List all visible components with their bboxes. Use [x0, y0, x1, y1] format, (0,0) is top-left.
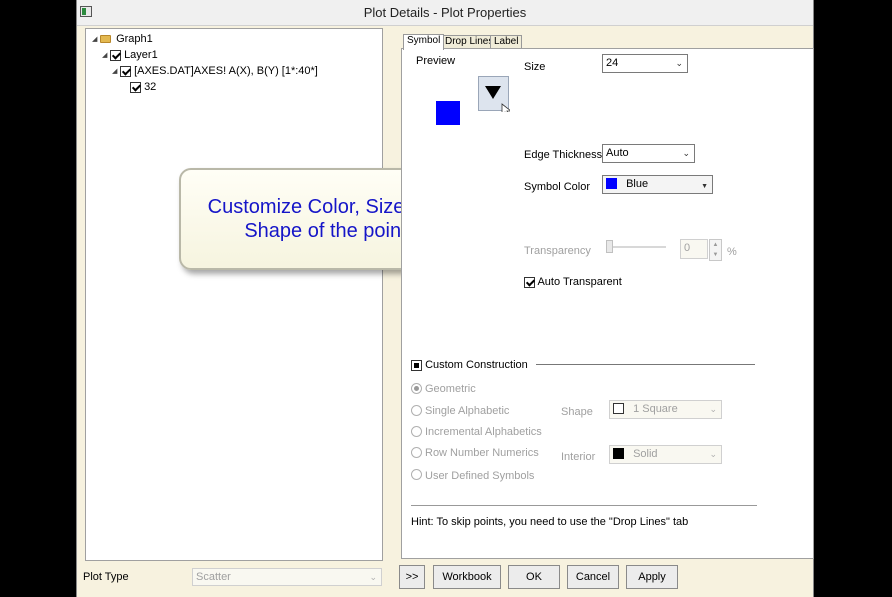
- plot-details-dialog: Plot Details - Plot Properties ◢ Graph1 …: [76, 0, 814, 597]
- symbol-preview: [436, 101, 460, 125]
- point-checkbox[interactable]: [130, 81, 141, 93]
- hint-divider: [411, 505, 757, 506]
- size-combo[interactable]: 24 ⌄: [602, 54, 688, 73]
- auto-transparent-option[interactable]: Auto Transparent: [524, 276, 622, 288]
- option-row-number-label: Row Number Numerics: [425, 447, 539, 459]
- plot-type-combo[interactable]: Scatter ⌄: [192, 568, 382, 586]
- chevron-down-icon: ⌄: [675, 58, 683, 68]
- size-value: 24: [606, 57, 619, 69]
- transparency-value: 0: [684, 242, 691, 254]
- tree-node-point[interactable]: 32: [130, 81, 156, 95]
- chevron-down-icon: ⌄: [369, 572, 377, 582]
- collapse-arrow-icon[interactable]: ◢: [102, 51, 107, 59]
- dataset-checkbox[interactable]: [120, 65, 131, 77]
- tab-label[interactable]: Label: [490, 35, 523, 49]
- transparency-unit: %: [727, 246, 737, 258]
- interior-value: Solid: [633, 448, 658, 460]
- symbol-color-value: Blue: [626, 178, 649, 190]
- custom-construction-option[interactable]: Custom Construction: [411, 359, 528, 371]
- tree-node-layer[interactable]: ◢ Layer1: [102, 49, 158, 63]
- tab-symbol[interactable]: Symbol: [403, 34, 445, 50]
- transparency-slider-track[interactable]: [606, 246, 666, 248]
- interior-combo[interactable]: Solid ⌄: [609, 445, 722, 464]
- preview-label: Preview: [416, 55, 456, 67]
- workbook-button[interactable]: Workbook: [433, 565, 501, 589]
- auto-transparent-checkbox[interactable]: [524, 276, 535, 288]
- shape-combo[interactable]: 1 Square ⌄: [609, 400, 722, 419]
- symbol-color-label: Symbol Color: [524, 181, 591, 193]
- dropdown-arrow-icon: ▼: [701, 183, 708, 190]
- symbol-color-combo[interactable]: Blue ▼: [602, 175, 713, 194]
- tab-drop-lines[interactable]: Drop Lines: [441, 35, 498, 49]
- tree-node-graph[interactable]: ◢ Graph1: [92, 33, 153, 47]
- symbol-tab-panel: Preview Size 24 ⌄ Edge Thickness Auto ⌄ …: [401, 48, 814, 559]
- plot-tree[interactable]: ◢ Graph1 ◢ Layer1 ◢ [AXES.DAT]AXES! A(X)…: [85, 28, 383, 561]
- ok-button[interactable]: OK: [508, 565, 560, 589]
- tree-label-dataset: [AXES.DAT]AXES! A(X), B(Y) [1*:40*]: [134, 65, 318, 77]
- cancel-button[interactable]: Cancel: [567, 565, 619, 589]
- edge-thickness-combo[interactable]: Auto ⌄: [602, 144, 695, 163]
- collapse-arrow-icon[interactable]: ◢: [112, 67, 117, 75]
- custom-construction-checkbox[interactable]: [411, 359, 422, 371]
- tree-label-layer: Layer1: [124, 49, 158, 61]
- edge-thickness-value: Auto: [606, 147, 629, 159]
- section-divider: [536, 364, 755, 365]
- collapse-arrow-icon[interactable]: ◢: [92, 35, 97, 43]
- expand-button[interactable]: >>: [399, 565, 425, 589]
- apply-button[interactable]: Apply: [626, 565, 678, 589]
- spin-down-icon[interactable]: ▼: [710, 250, 721, 260]
- shape-label: Shape: [561, 406, 593, 418]
- window-title: Plot Details - Plot Properties: [363, 5, 527, 20]
- plot-type-value: Scatter: [196, 571, 231, 583]
- folder-icon: [100, 35, 111, 44]
- chevron-down-icon: ⌄: [682, 148, 690, 158]
- auto-transparent-label: Auto Transparent: [537, 276, 622, 288]
- tree-label-graph: Graph1: [116, 33, 153, 45]
- radio-single-alphabetic[interactable]: [411, 405, 422, 416]
- edge-thickness-label: Edge Thickness: [524, 149, 603, 161]
- transparency-slider-thumb[interactable]: [606, 240, 613, 253]
- radio-geometric[interactable]: [411, 383, 422, 394]
- layer-checkbox[interactable]: [110, 49, 121, 61]
- hint-text: Hint: To skip points, you need to use th…: [411, 516, 689, 528]
- blue-swatch: [606, 178, 617, 189]
- custom-construction-label: Custom Construction: [425, 359, 528, 371]
- size-label: Size: [524, 61, 546, 73]
- option-user-defined-label: User Defined Symbols: [425, 470, 535, 482]
- title-bar: Plot Details - Plot Properties: [77, 0, 813, 26]
- radio-row-number-numerics[interactable]: [411, 447, 422, 458]
- triangle-down-icon: [485, 86, 510, 112]
- square-icon: [613, 403, 624, 414]
- chevron-down-icon: ⌄: [709, 404, 717, 414]
- shape-picker-button[interactable]: [478, 76, 510, 112]
- option-geometric-label: Geometric: [425, 383, 476, 395]
- transparency-label: Transparency: [524, 245, 591, 257]
- shape-value: 1 Square: [633, 403, 678, 415]
- option-single-alphabetic-label: Single Alphabetic: [425, 405, 510, 417]
- radio-user-defined-symbols[interactable]: [411, 469, 422, 480]
- chevron-down-icon: ⌄: [709, 449, 717, 459]
- tree-label-point: 32: [144, 81, 157, 93]
- solid-swatch: [613, 448, 624, 459]
- radio-incremental-alphabetics[interactable]: [411, 426, 422, 437]
- transparency-input[interactable]: 0: [680, 239, 708, 259]
- transparency-spinner[interactable]: ▲ ▼: [709, 239, 722, 261]
- option-incremental-alphabetics-label: Incremental Alphabetics: [425, 426, 542, 438]
- plot-type-label: Plot Type: [83, 571, 129, 583]
- spin-up-icon[interactable]: ▲: [710, 240, 721, 250]
- interior-label: Interior: [561, 451, 596, 463]
- tree-node-dataset[interactable]: ◢ [AXES.DAT]AXES! A(X), B(Y) [1*:40*]: [112, 65, 318, 79]
